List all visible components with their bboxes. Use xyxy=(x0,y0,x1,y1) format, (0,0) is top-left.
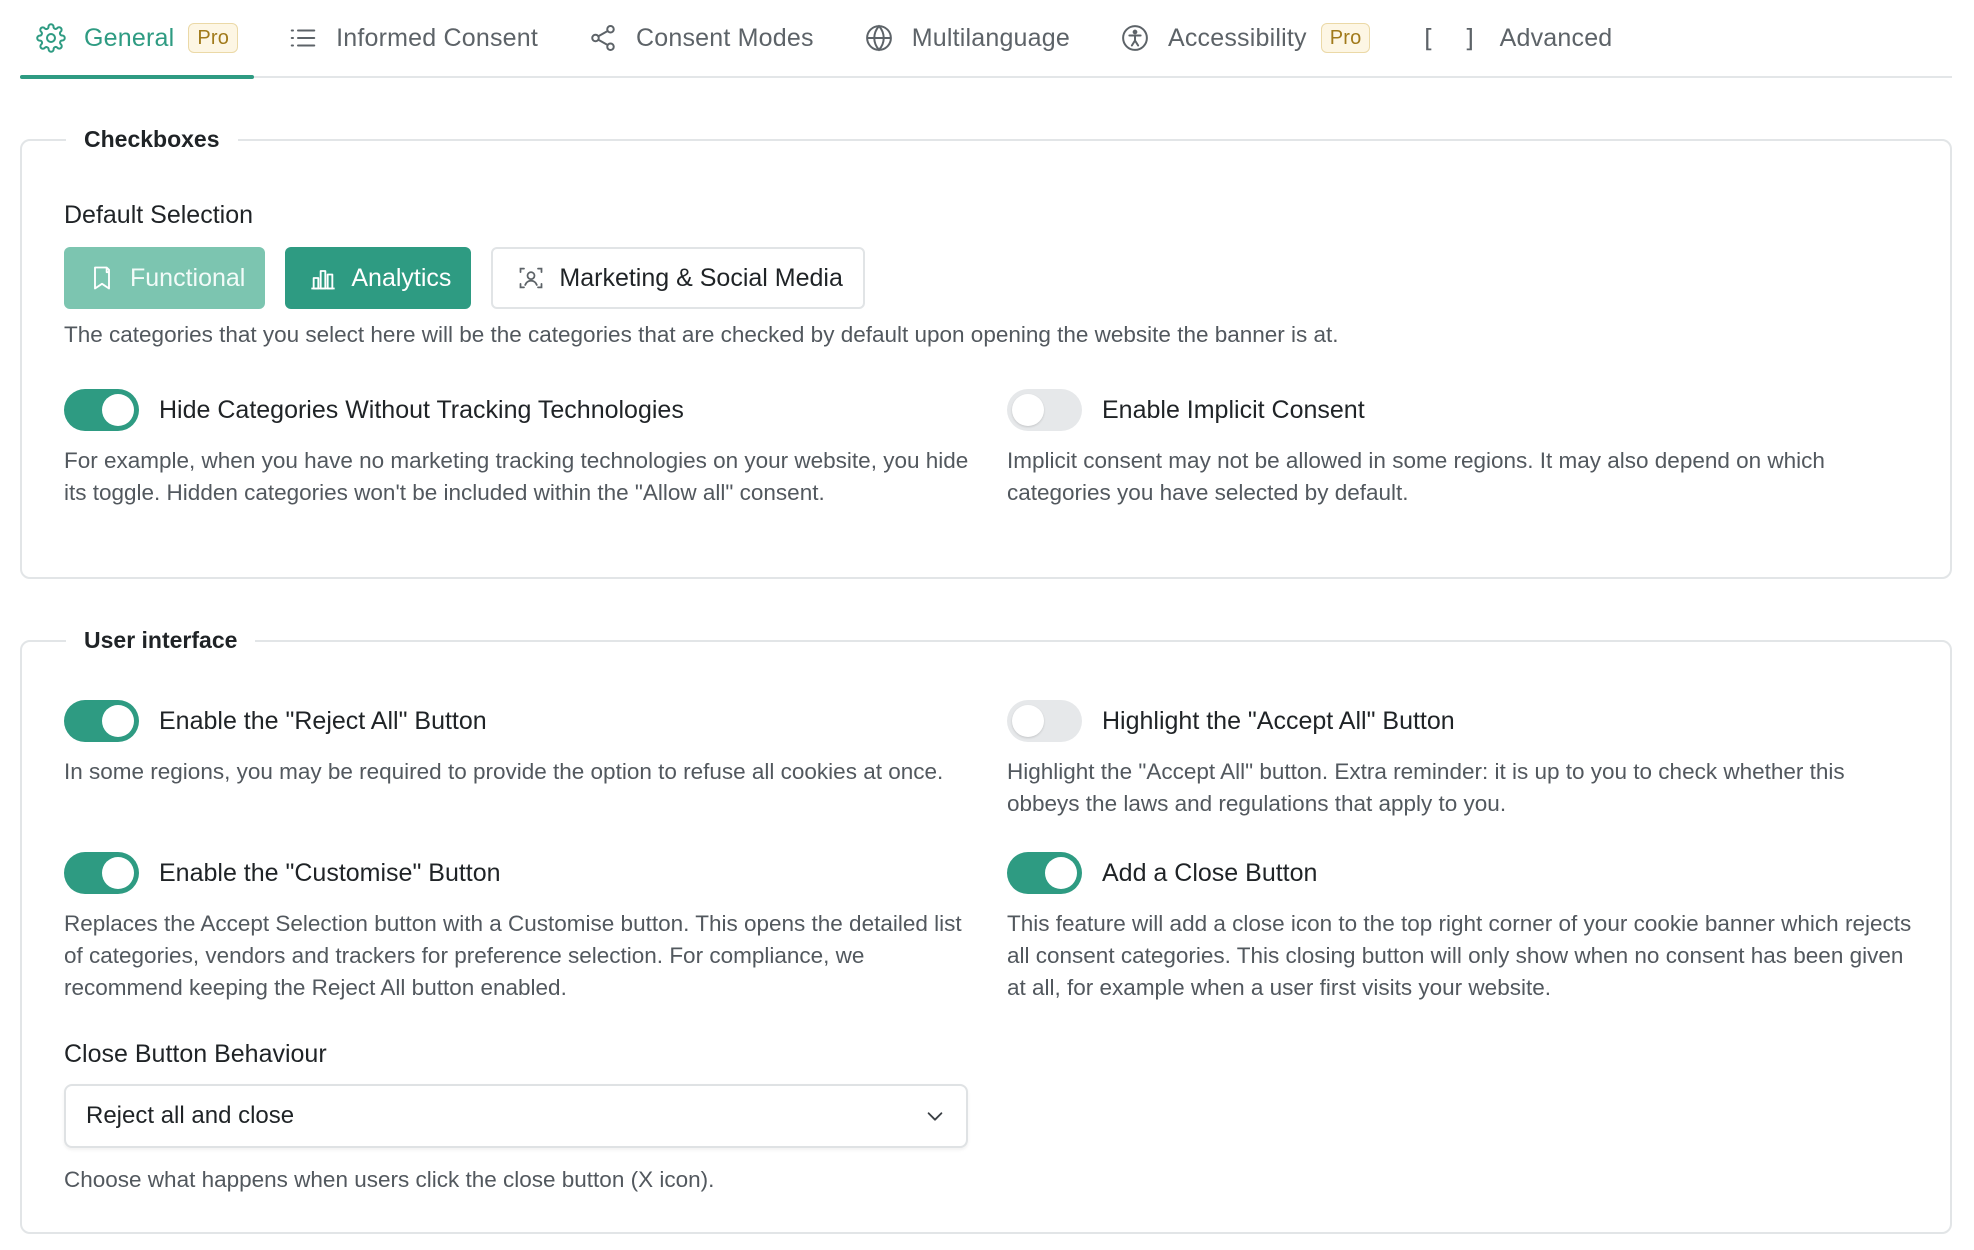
category-label: Analytics xyxy=(351,263,452,292)
option-description: Replaces the Accept Selection button wit… xyxy=(64,911,962,1000)
default-selection-label: Default Selection xyxy=(64,201,254,229)
tab-label: Consent Modes xyxy=(636,23,814,52)
option-highlight-accept-all: Highlight the "Accept All" Button Highli… xyxy=(1007,700,1917,820)
tab-label: General xyxy=(84,23,175,52)
pro-badge: Pro xyxy=(1320,23,1371,53)
tab-consent-modes[interactable]: Consent Modes xyxy=(572,0,830,77)
option-description: For example, when you have no marketing … xyxy=(64,448,969,505)
select-value: Reject all and close xyxy=(86,1102,295,1129)
category-analytics-button[interactable]: Analytics xyxy=(285,247,472,309)
settings-tabs: General Pro Informed Consent Consent Mod… xyxy=(20,0,1952,79)
share-icon xyxy=(588,23,618,53)
user-focus-icon xyxy=(520,267,543,289)
option-implicit-consent: Enable Implicit Consent Implicit consent… xyxy=(1007,389,1917,509)
option-title: Enable the "Reject All" Button xyxy=(159,706,487,735)
option-customise: Enable the "Customise" Button Replaces t… xyxy=(64,852,974,1004)
option-hide-categories: Hide Categories Without Tracking Technol… xyxy=(64,389,974,509)
option-close-button: Add a Close Button This feature will add… xyxy=(1007,852,1917,1004)
category-functional-button[interactable]: Functional xyxy=(64,247,266,309)
option-description: Highlight the "Accept All" button. Extra… xyxy=(1007,759,1845,816)
section-legend: User interface xyxy=(66,624,256,656)
checkboxes-section: Checkboxes Default Selection Functional … xyxy=(20,123,1952,579)
list-icon xyxy=(288,23,318,53)
category-label: Marketing & Social Media xyxy=(559,263,843,292)
brackets-icon: [ ] xyxy=(1420,23,1484,53)
highlight-accept-all-toggle[interactable] xyxy=(1007,700,1082,742)
default-category-selector: Functional Analytics Marketing & Social … xyxy=(64,247,865,309)
close-button-toggle[interactable] xyxy=(1007,852,1082,894)
category-marketing-button[interactable]: Marketing & Social Media xyxy=(491,247,865,309)
pro-badge: Pro xyxy=(188,23,239,53)
tab-accessibility[interactable]: Accessibility Pro xyxy=(1104,0,1386,77)
option-reject-all: Enable the "Reject All" Button In some r… xyxy=(64,700,974,788)
tab-informed-consent[interactable]: Informed Consent xyxy=(272,0,554,77)
tab-label: Informed Consent xyxy=(336,23,538,52)
globe-icon xyxy=(864,23,894,53)
accessibility-icon xyxy=(1120,23,1150,53)
close-behaviour-select[interactable]: Reject all and close xyxy=(64,1084,968,1148)
chevron-down-icon xyxy=(927,1112,943,1121)
tab-advanced[interactable]: [ ] Advanced xyxy=(1404,0,1628,77)
option-title: Add a Close Button xyxy=(1102,858,1318,887)
option-title: Highlight the "Accept All" Button xyxy=(1102,706,1455,735)
user-interface-section: User interface Enable the "Reject All" B… xyxy=(20,624,1952,1234)
tab-label: Accessibility xyxy=(1167,23,1307,52)
categories-help-text: The categories that you select here will… xyxy=(64,322,1339,347)
option-description: Implicit consent may not be allowed in s… xyxy=(1007,448,1825,505)
option-title: Enable the "Customise" Button xyxy=(159,858,501,887)
option-title: Hide Categories Without Tracking Technol… xyxy=(159,395,684,424)
tab-multilanguage[interactable]: Multilanguage xyxy=(848,0,1086,77)
close-behaviour-help: Choose what happens when users click the… xyxy=(64,1167,715,1192)
implicit-consent-toggle[interactable] xyxy=(1007,389,1082,431)
close-behaviour-label: Close Button Behaviour xyxy=(64,1040,327,1068)
option-description: This feature will add a close icon to th… xyxy=(1007,911,1912,1000)
hide-categories-toggle[interactable] xyxy=(64,389,139,431)
option-description: In some regions, you may be required to … xyxy=(64,759,944,784)
section-legend: Checkboxes xyxy=(66,123,238,155)
option-title: Enable Implicit Consent xyxy=(1102,395,1365,424)
reject-all-toggle[interactable] xyxy=(64,700,139,742)
category-label: Functional xyxy=(130,263,246,292)
gear-icon xyxy=(36,23,66,53)
tab-label: Advanced xyxy=(1499,23,1613,52)
customise-toggle[interactable] xyxy=(64,852,139,894)
tab-general[interactable]: General Pro xyxy=(20,0,255,79)
bookmark-icon xyxy=(94,266,110,290)
bar-chart-icon xyxy=(311,270,336,290)
tab-label: Multilanguage xyxy=(911,23,1070,52)
